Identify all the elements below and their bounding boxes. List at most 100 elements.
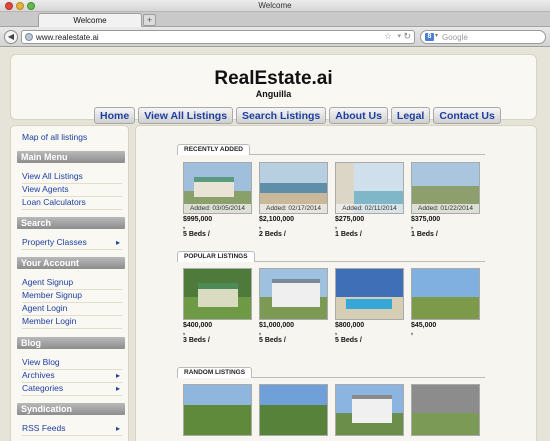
listing-price: $2,100,000: [259, 216, 295, 223]
listing-photo[interactable]: Added: 03/05/2014: [183, 162, 252, 214]
listing-photo[interactable]: Added: 02/17/2014: [259, 162, 328, 214]
listing-price: $375,000: [411, 216, 441, 223]
sidebar-link-view-all-listings[interactable]: View All Listings: [22, 170, 122, 184]
listing-beds: 1 Beds /: [335, 231, 362, 238]
search-input[interactable]: Google: [442, 32, 468, 43]
globe-icon: [25, 33, 33, 41]
listing-photo[interactable]: [259, 384, 328, 436]
popular-listings-title: POPULAR LISTINGS: [177, 251, 255, 262]
sidebar-link-view-blog[interactable]: View Blog: [22, 356, 122, 370]
random-listings-title: RANDOM LISTINGS: [177, 367, 253, 378]
tab-welcome[interactable]: Welcome: [38, 13, 142, 27]
window-titlebar: Welcome: [0, 0, 550, 12]
listing-card[interactable]: Added: 03/05/2014 $995,000 , 5 Beds /: [183, 162, 252, 238]
sidebar-link-label: Agent Signup: [22, 277, 74, 287]
listing-photo[interactable]: [411, 268, 480, 320]
menu-view-all-listings[interactable]: View All Listings: [138, 107, 234, 124]
sidebar-link-label: Categories: [22, 383, 64, 393]
web-page: RealEstate.ai Anguilla Home View All Lis…: [0, 48, 550, 441]
listing-photo[interactable]: [259, 268, 328, 320]
site-title: RealEstate.ai: [214, 68, 333, 89]
bookmark-star-icon[interactable]: ☆: [384, 31, 392, 42]
listing-card[interactable]: $45,000 ,: [411, 268, 480, 336]
sidebar-link-agent-signup[interactable]: Agent Signup: [22, 276, 122, 290]
sidebar-link-categories[interactable]: Categories ▸: [22, 382, 122, 396]
listing-separator: ,: [335, 223, 337, 230]
listing-beds: 5 Beds /: [259, 337, 286, 344]
listing-photo[interactable]: [183, 384, 252, 436]
listing-card[interactable]: [183, 384, 252, 436]
listing-card[interactable]: Added: 02/17/2014 $2,100,000 , 2 Beds /: [259, 162, 328, 238]
menu-contact-us[interactable]: Contact Us: [433, 107, 501, 124]
search-engine-dropdown-icon[interactable]: ▾: [435, 32, 438, 39]
google-search-engine-icon[interactable]: 8: [425, 33, 434, 41]
listing-photo[interactable]: [335, 268, 404, 320]
listing-card[interactable]: $400,000 , 3 Beds /: [183, 268, 252, 344]
chevron-right-icon: ▸: [115, 238, 120, 247]
window-title: Welcome: [258, 1, 292, 10]
sidebar-link-member-login[interactable]: Member Login: [22, 315, 122, 329]
address-bar[interactable]: www.realestate.ai ☆ ▾ ↻: [21, 30, 415, 44]
sidebar: Map of all listings Main Menu View All L…: [10, 125, 129, 441]
listing-photo[interactable]: [411, 384, 480, 436]
listing-card[interactable]: Added: 01/22/2014 $375,000 , 1 Beds /: [411, 162, 480, 238]
menu-legal[interactable]: Legal: [390, 107, 431, 124]
sidebar-link-label: Member Signup: [22, 290, 83, 300]
history-dropdown-icon[interactable]: ▾: [397, 32, 401, 40]
menu-search-listings[interactable]: Search Listings: [236, 107, 327, 124]
sidebar-link-label: View Blog: [22, 357, 60, 367]
sidebar-link-member-signup[interactable]: Member Signup: [22, 289, 122, 303]
tab-bar: Welcome +: [0, 12, 550, 27]
search-bar[interactable]: 8 ▾ Google: [420, 30, 546, 44]
chevron-right-icon: ▸: [115, 384, 120, 393]
listing-card[interactable]: [335, 384, 404, 436]
random-listings-header: RANDOM LISTINGS: [177, 367, 485, 378]
popular-listings-header: POPULAR LISTINGS: [177, 251, 485, 262]
listing-card[interactable]: [259, 384, 328, 436]
listing-added-date: Added: 02/17/2014: [260, 204, 327, 213]
listing-card[interactable]: $1,000,000 , 5 Beds /: [259, 268, 328, 344]
listing-card[interactable]: $800,000 , 5 Beds /: [335, 268, 404, 344]
main-menu: Home View All Listings Search Listings A…: [94, 107, 501, 124]
listing-photo[interactable]: Added: 01/22/2014: [411, 162, 480, 214]
section-syndication: Syndication: [17, 403, 125, 415]
sidebar-link-property-classes[interactable]: Property Classes ▸: [22, 236, 122, 250]
listing-photo[interactable]: [335, 384, 404, 436]
new-tab-button[interactable]: +: [143, 14, 156, 26]
sidebar-link-label: View All Listings: [22, 171, 83, 181]
url-text[interactable]: www.realestate.ai: [36, 32, 99, 43]
sidebar-link-view-agents[interactable]: View Agents: [22, 183, 122, 197]
listing-beds: 1 Beds /: [411, 231, 438, 238]
listing-photo[interactable]: [183, 268, 252, 320]
menu-home[interactable]: Home: [94, 107, 136, 124]
listing-separator: ,: [259, 329, 261, 336]
sidebar-link-archives[interactable]: Archives ▸: [22, 369, 122, 383]
listing-photo[interactable]: Added: 02/11/2014: [335, 162, 404, 214]
chevron-right-icon: ▸: [115, 424, 120, 433]
section-main-menu: Main Menu: [17, 151, 125, 163]
section-your-account: Your Account: [17, 257, 125, 269]
listing-beds: 5 Beds /: [183, 231, 210, 238]
listings-content: RECENTLY ADDED Added: 03/05/2014 $995,00…: [135, 125, 537, 441]
back-button[interactable]: ◀: [4, 30, 18, 44]
sidebar-link-rss-feeds[interactable]: RSS Feeds ▸: [22, 422, 122, 436]
listing-beds: 5 Beds /: [335, 337, 362, 344]
listing-separator: ,: [183, 329, 185, 336]
listing-price: $45,000: [411, 322, 437, 329]
menu-about-us[interactable]: About Us: [329, 107, 388, 124]
listing-added-date: Added: 02/11/2014: [336, 204, 403, 213]
section-blog: Blog: [17, 337, 125, 349]
listing-price: $1,000,000: [259, 322, 295, 329]
sidebar-link-label: Member Login: [22, 316, 77, 326]
sidebar-link-label: Loan Calculators: [22, 197, 86, 207]
reload-icon[interactable]: ↻: [403, 31, 411, 42]
sidebar-link-agent-login[interactable]: Agent Login: [22, 302, 122, 316]
recently-added-title: RECENTLY ADDED: [177, 144, 250, 155]
listing-price: $400,000: [183, 322, 213, 329]
map-of-all-listings-link[interactable]: Map of all listings: [22, 132, 87, 142]
sidebar-link-loan-calculators[interactable]: Loan Calculators: [22, 196, 122, 210]
listing-card[interactable]: [411, 384, 480, 436]
navigation-bar: ◀ www.realestate.ai ☆ ▾ ↻ 8 ▾ Google: [0, 27, 550, 47]
listing-card[interactable]: Added: 02/11/2014 $275,000 , 1 Beds /: [335, 162, 404, 238]
site-subtitle: Anguilla: [255, 89, 292, 99]
